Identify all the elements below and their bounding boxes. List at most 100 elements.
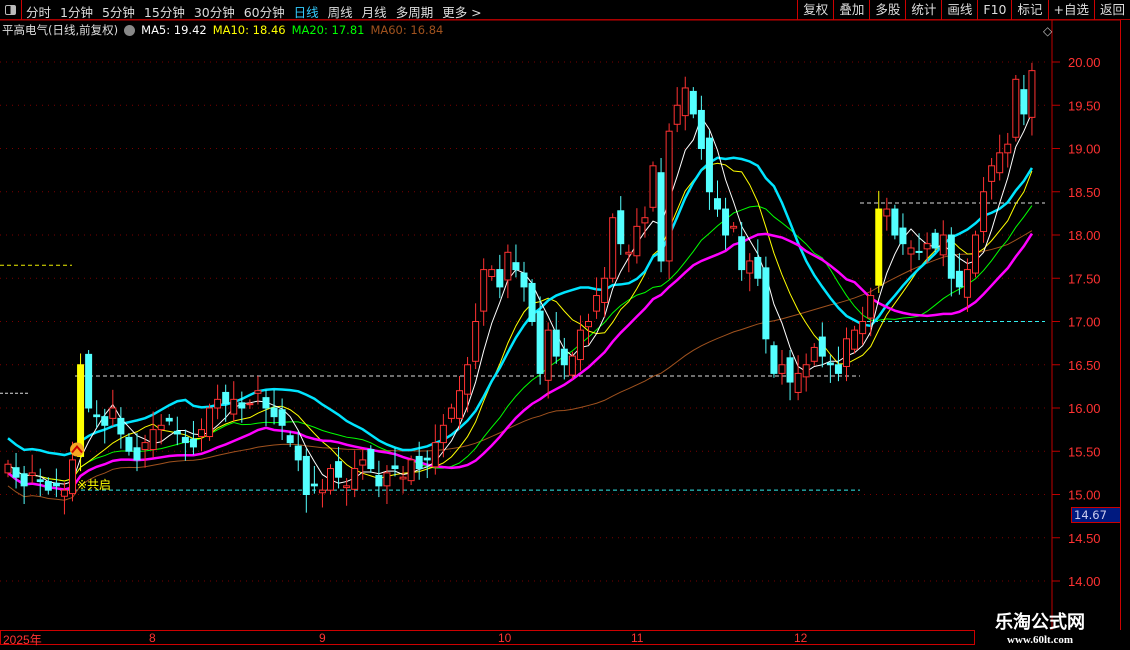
candle-down bbox=[657, 172, 665, 262]
y-tick-label: 16.50 bbox=[1068, 358, 1101, 373]
candle-down bbox=[818, 336, 826, 357]
period-tab[interactable]: 1分钟 bbox=[60, 2, 93, 21]
candle-down bbox=[101, 416, 109, 426]
candle-down bbox=[738, 236, 746, 271]
tool-button[interactable]: 多股 bbox=[869, 0, 905, 20]
y-tick-label: 20.00 bbox=[1068, 55, 1101, 70]
candle-up bbox=[1012, 78, 1020, 138]
candle-up bbox=[230, 398, 238, 415]
candle-down bbox=[93, 414, 101, 418]
diamond-icon: ◇ bbox=[1043, 24, 1053, 38]
watermark: 乐淘公式网 www.60lt.com bbox=[995, 608, 1085, 646]
period-tab[interactable]: 60分钟 bbox=[244, 2, 285, 21]
candle-down bbox=[335, 461, 343, 478]
candlestick-chart[interactable]: ◇ 20.00 19.50 19.00 18.50 18.00 17.50 17.00 16.5… bbox=[0, 20, 1120, 630]
date-label: 8 bbox=[149, 631, 156, 645]
tool-button[interactable]: +自选 bbox=[1047, 0, 1094, 20]
candle-up bbox=[544, 329, 552, 381]
candle-down bbox=[85, 353, 93, 409]
period-tab[interactable]: 15分钟 bbox=[144, 2, 185, 21]
candle-down bbox=[20, 473, 28, 487]
candle-up bbox=[810, 346, 818, 362]
candle-up bbox=[576, 329, 584, 361]
candle-down bbox=[617, 210, 625, 245]
candle-down bbox=[770, 345, 778, 374]
candle-up bbox=[794, 372, 802, 393]
candle-up bbox=[859, 321, 867, 335]
candle-up bbox=[69, 459, 76, 495]
candle-up bbox=[206, 407, 214, 438]
candle-down bbox=[125, 436, 133, 452]
tool-button[interactable]: 复权 bbox=[797, 0, 833, 20]
candle-down bbox=[52, 482, 60, 487]
period-tab[interactable]: 月线 bbox=[362, 2, 387, 21]
candle-down bbox=[496, 269, 504, 288]
candle-up bbox=[504, 251, 512, 281]
candle-down bbox=[278, 409, 286, 426]
candle-down bbox=[520, 272, 528, 288]
candle-up bbox=[327, 468, 334, 491]
top-toolbar: 分时 1分钟 5分钟 15分钟 30分钟 60分钟 日线 周线 月线 多周期 更多 > 复权 叠加 多股… bbox=[0, 0, 1130, 20]
date-label: 2025年 bbox=[3, 633, 42, 647]
candle-up bbox=[568, 355, 576, 376]
candle-up bbox=[359, 459, 367, 466]
candle-up bbox=[488, 269, 496, 278]
candle-down bbox=[955, 270, 963, 288]
candle-up bbox=[601, 277, 609, 303]
period-tabs: 分时 1分钟 5分钟 15分钟 30分钟 60分钟 日线 周线 月线 多周期 更多 > bbox=[26, 2, 482, 21]
candle-down bbox=[754, 256, 762, 279]
y-tick-label: 15.00 bbox=[1068, 488, 1101, 503]
sidebar-toggle-button[interactable] bbox=[0, 0, 22, 20]
tool-button[interactable]: 画线 bbox=[941, 0, 977, 20]
watermark-url: www.60lt.com bbox=[1007, 634, 1073, 646]
candle-down bbox=[512, 262, 520, 271]
candle-down bbox=[891, 208, 899, 236]
candle-down bbox=[423, 457, 431, 461]
date-label: 10 bbox=[498, 631, 512, 645]
y-tick-label: 14.50 bbox=[1068, 531, 1101, 546]
date-label: 12 bbox=[794, 631, 808, 645]
candle-down bbox=[36, 479, 44, 483]
candle-up bbox=[351, 468, 359, 490]
candle-down bbox=[552, 329, 560, 357]
candle-up bbox=[778, 364, 786, 374]
candle-up bbox=[802, 364, 810, 378]
period-tab[interactable]: 多周期 bbox=[396, 2, 434, 21]
right-side-panel[interactable] bbox=[1120, 20, 1130, 630]
watermark-title: 乐淘公式网 bbox=[995, 612, 1085, 633]
period-tab[interactable]: 更多 > bbox=[442, 2, 481, 21]
candle-down bbox=[834, 364, 842, 374]
candle-up bbox=[988, 165, 996, 182]
candle-up bbox=[246, 403, 254, 406]
tool-button[interactable]: 返回 bbox=[1093, 0, 1130, 20]
candle-up bbox=[60, 489, 68, 497]
candle-up bbox=[746, 260, 754, 274]
y-tick-label: 16.00 bbox=[1068, 401, 1101, 416]
period-tab[interactable]: 周线 bbox=[328, 2, 353, 21]
tool-button[interactable]: 叠加 bbox=[833, 0, 869, 20]
candle-up bbox=[1004, 143, 1012, 154]
candle-up bbox=[4, 463, 12, 474]
y-tick-label: 17.00 bbox=[1068, 315, 1101, 330]
candle-down bbox=[947, 234, 955, 279]
candle-down bbox=[262, 397, 270, 409]
candle-down bbox=[117, 417, 125, 435]
candle-up bbox=[585, 321, 592, 328]
candle-up bbox=[254, 390, 262, 394]
tool-button[interactable]: 标记 bbox=[1011, 0, 1047, 20]
candle-up bbox=[633, 225, 641, 257]
candle-up bbox=[730, 225, 738, 229]
y-tick-label: 17.50 bbox=[1068, 271, 1101, 286]
tool-button[interactable]: F10 bbox=[977, 0, 1011, 20]
period-tab[interactable]: 30分钟 bbox=[194, 2, 235, 21]
candle-up bbox=[609, 217, 617, 279]
period-tab[interactable]: 5分钟 bbox=[102, 2, 135, 21]
tool-button[interactable]: 统计 bbox=[905, 0, 941, 20]
panel-icon bbox=[5, 5, 16, 15]
date-axis: 2025年 8 9 10 11 12 bbox=[0, 630, 975, 647]
candle-up bbox=[883, 208, 891, 217]
candle-up bbox=[1028, 70, 1036, 118]
period-tab[interactable]: 分时 bbox=[26, 2, 51, 21]
period-tab[interactable]: 日线 bbox=[294, 2, 319, 21]
candle-up bbox=[472, 321, 480, 362]
